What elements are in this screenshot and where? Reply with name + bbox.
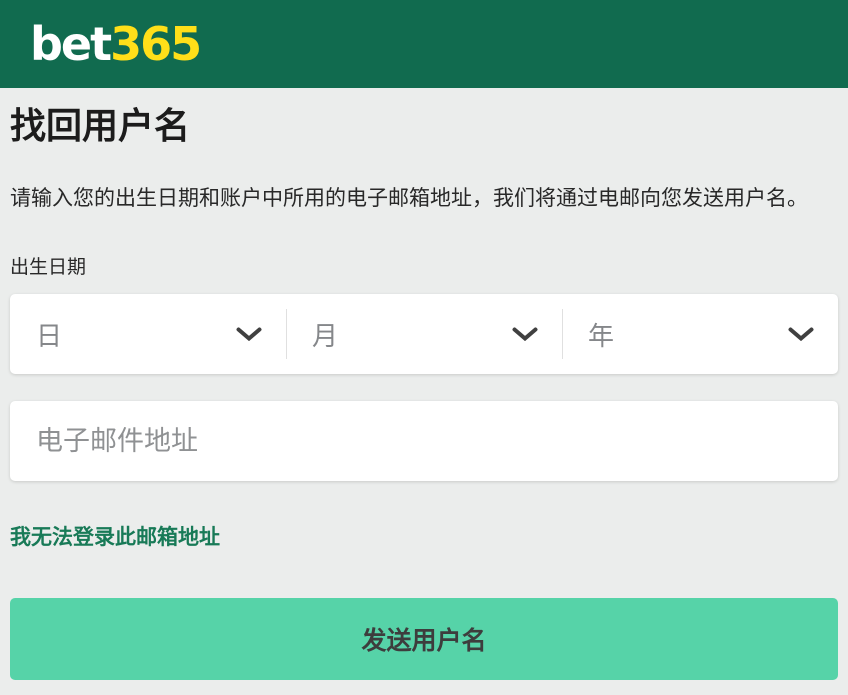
chevron-down-icon <box>236 327 262 341</box>
dob-month-select[interactable]: 月 <box>286 294 562 374</box>
dob-label: 出生日期 <box>10 252 838 279</box>
page-title: 找回用户名 <box>10 105 838 149</box>
main-content: 找回用户名 请输入您的出生日期和账户中所用的电子邮箱地址，我们将通过电邮向您发送… <box>0 105 848 680</box>
dob-month-label: 月 <box>312 316 338 353</box>
chevron-down-icon <box>512 327 538 341</box>
logo-365-text: 365 <box>110 17 200 71</box>
instruction-text: 请输入您的出生日期和账户中所用的电子邮箱地址，我们将通过电邮向您发送用户名。 <box>10 185 838 212</box>
email-input[interactable] <box>10 401 838 481</box>
dob-year-select[interactable]: 年 <box>562 294 838 374</box>
dob-day-select[interactable]: 日 <box>10 294 286 374</box>
app-header: bet365 <box>0 0 848 88</box>
chevron-down-icon <box>788 327 814 341</box>
cannot-access-email-link[interactable]: 我无法登录此邮箱地址 <box>10 521 220 551</box>
logo-bet-text: bet <box>30 17 110 71</box>
dob-day-label: 日 <box>36 316 62 353</box>
dob-select-row: 日 月 年 <box>10 294 838 374</box>
send-username-button[interactable]: 发送用户名 <box>10 598 838 680</box>
dob-year-label: 年 <box>588 316 614 353</box>
bet365-logo[interactable]: bet365 <box>30 21 200 67</box>
